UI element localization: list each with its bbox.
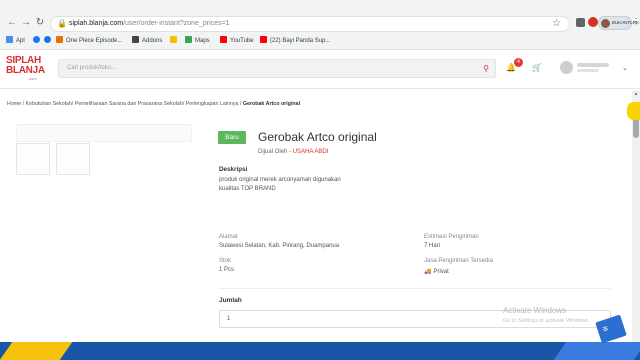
addons-icon (132, 36, 139, 43)
bottom-blue-stripe (553, 342, 640, 360)
bookmark-apps[interactable]: Apl (6, 35, 25, 47)
bookmark-one-piece[interactable]: One Piece Episode... (56, 35, 122, 47)
browser-chrome: ← → ↻ 🔒 siplah.blanja.com/user/order-ins… (0, 0, 640, 50)
site-favicon-icon (56, 36, 63, 43)
globe-icon (44, 36, 51, 43)
address-row: ← → ↻ 🔒 siplah.blanja.com/user/order-ins… (0, 14, 640, 34)
chevron-down-icon[interactable]: ⌄ (622, 64, 628, 72)
extension-red-icon[interactable] (588, 17, 598, 27)
search-input[interactable]: Cari produk/toko... ⚲ (58, 59, 496, 78)
menu-dots-icon[interactable]: ⋮ (632, 17, 640, 26)
product-title: Gerobak Artco original (258, 130, 377, 144)
bookmark-youtube[interactable]: YouTube (220, 35, 254, 47)
seller-line: Dijual Oleh - USAHA ABDI (258, 149, 329, 155)
product-thumbnail[interactable] (56, 143, 90, 175)
facebook-icon (33, 36, 40, 43)
breadcrumb-current: Gerobak Artco original (242, 101, 301, 107)
site-logo[interactable]: SIPLAH BLANJA .com (6, 55, 52, 83)
divider (219, 288, 611, 289)
floating-handle[interactable] (627, 102, 640, 120)
bookmark-folder[interactable] (170, 35, 180, 47)
url-text: siplah.blanja.com/user/order-instant?zon… (69, 20, 230, 27)
description-text: produk original merek arconyaman digunak… (219, 177, 341, 183)
notification-badge: 4 (514, 58, 523, 67)
folder-icon (170, 36, 177, 43)
jumlah-label: Jumlah (219, 297, 242, 304)
avatar (560, 61, 573, 74)
bookmark-maps[interactable]: Maps (185, 35, 210, 47)
stok-label: Stok (219, 258, 232, 264)
product-thumbnail[interactable] (16, 143, 50, 175)
description-text: kualitas TOP BRAND (219, 186, 276, 192)
seller-link[interactable]: USAHA ABDI (293, 149, 329, 155)
bookmark-bayi-panda[interactable]: (22) Bayi Panda Sup... (260, 35, 330, 47)
activate-windows-title: Activate Windows (503, 306, 567, 315)
jasa-label: Jasa Pengiriman Tersedia (424, 258, 493, 264)
estimasi-label: Estimasi Pengiriman (424, 234, 479, 240)
bookmark-addons[interactable]: Addons (132, 35, 162, 47)
bookmarks-bar: Apl One Piece Episode... Addons Maps You… (0, 35, 640, 47)
maps-icon (185, 36, 192, 43)
search-icon[interactable]: ⚲ (483, 64, 489, 73)
lock-icon: 🔒 (57, 19, 67, 28)
youtube-icon (220, 36, 227, 43)
user-name-blurred (577, 63, 609, 67)
forward-arrow-icon[interactable]: → (20, 17, 32, 29)
bottom-yellow-stripe (0, 342, 73, 360)
cart-icon[interactable]: 🛒 (532, 63, 542, 72)
address-bar[interactable]: 🔒 siplah.blanja.com/user/order-instant?z… (50, 16, 570, 32)
user-menu[interactable] (560, 59, 620, 77)
extension-icon[interactable] (576, 18, 585, 27)
scroll-up-icon[interactable]: ▲ (632, 90, 640, 98)
user-role-blurred (577, 69, 599, 72)
avatar (601, 19, 610, 28)
alamat-label: Alamat (219, 234, 238, 240)
bookmark-globe[interactable] (44, 35, 54, 47)
quantity-value: 1 (227, 316, 231, 322)
back-arrow-icon[interactable]: ← (6, 17, 18, 29)
jasa-value: 🚚 Privat (424, 269, 449, 275)
estimasi-value: 7 Hari (424, 243, 441, 249)
search-placeholder: Cari produk/toko... (67, 65, 117, 71)
truck-icon: 🚚 (424, 269, 432, 275)
profile-button[interactable]: BUKANTLRK (598, 16, 639, 30)
product-main-image[interactable] (16, 124, 192, 142)
site-header: SIPLAH BLANJA .com Cari produk/toko... ⚲… (0, 51, 640, 89)
apps-grid-icon (6, 36, 13, 43)
stok-value: 1 Pcs (219, 267, 235, 273)
alamat-value: Sulawesi Selatan, Kab. Pinrang, Duampanu… (219, 243, 340, 249)
bookmark-facebook[interactable] (33, 35, 43, 47)
bookmark-star-icon[interactable]: ☆ (552, 18, 561, 29)
condition-badge: Baru (218, 131, 246, 144)
bottom-overlay-band (0, 342, 640, 360)
description-heading: Deskripsi (219, 166, 248, 173)
breadcrumb-path[interactable]: Home / Kebutuhan Sekolah/ Pemeliharaan S… (7, 101, 243, 107)
youtube-icon (260, 36, 267, 43)
breadcrumb: Home / Kebutuhan Sekolah/ Pemeliharaan S… (7, 101, 300, 107)
activate-windows-subtitle: Go to Settings to activate Windows. (503, 318, 590, 324)
reload-icon[interactable]: ↻ (34, 17, 46, 29)
